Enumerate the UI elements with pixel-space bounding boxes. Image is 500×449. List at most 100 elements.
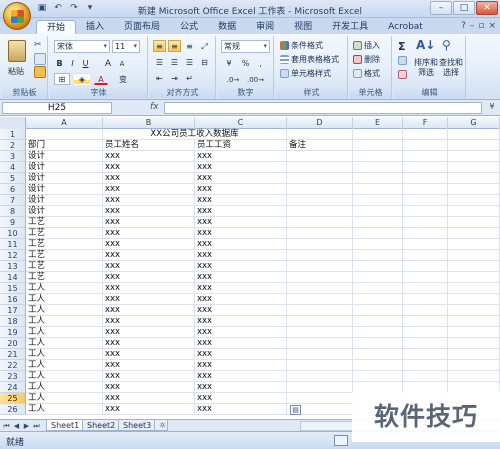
cell-c[interactable]: xxx (195, 316, 287, 327)
row-header[interactable]: 24 (0, 382, 26, 393)
close-button[interactable]: ✕ (476, 1, 498, 15)
cell-b[interactable]: xxx (103, 151, 195, 162)
cell-g[interactable] (448, 327, 500, 338)
tab-insert[interactable]: 插入 (76, 20, 114, 34)
cell-f[interactable] (403, 272, 448, 283)
cell-e[interactable] (353, 184, 403, 195)
row-header[interactable]: 19 (0, 327, 26, 338)
row-header[interactable]: 17 (0, 305, 26, 316)
cell-f[interactable] (403, 195, 448, 206)
delete-button[interactable]: 删除 (364, 54, 380, 65)
cell-g[interactable] (448, 162, 500, 173)
row-header[interactable]: 11 (0, 239, 26, 250)
column-header-d[interactable]: D (287, 117, 353, 129)
row-header[interactable]: 20 (0, 338, 26, 349)
cell-g[interactable] (448, 206, 500, 217)
cell-d[interactable] (287, 272, 353, 283)
copy-icon[interactable] (34, 53, 46, 65)
cell-b[interactable]: xxx (103, 371, 195, 382)
align-right-button[interactable]: ☰ (183, 56, 196, 68)
cell-b[interactable]: xxx (103, 195, 195, 206)
cell-b[interactable]: xxx (103, 173, 195, 184)
cell-f[interactable] (403, 360, 448, 371)
cell-a[interactable]: 设计 (26, 184, 103, 195)
cell-b[interactable]: xxx (103, 305, 195, 316)
cell-c[interactable]: xxx (195, 349, 287, 360)
tab-developer[interactable]: 开发工具 (322, 20, 378, 34)
cell-b[interactable]: xxx (103, 283, 195, 294)
column-header-a[interactable]: A (26, 117, 103, 129)
cell-c[interactable]: xxx (195, 338, 287, 349)
cell-d[interactable] (287, 371, 353, 382)
cell-d[interactable] (287, 129, 353, 140)
cell-d[interactable] (287, 217, 353, 228)
cell-c[interactable]: xxx (195, 327, 287, 338)
cell-c[interactable]: xxx (195, 272, 287, 283)
insert-button[interactable]: 插入 (364, 40, 380, 51)
cell-a[interactable]: 工人 (26, 338, 103, 349)
cell-g[interactable] (448, 140, 500, 151)
cell-c[interactable]: xxx (195, 173, 287, 184)
cell-d[interactable]: 备注 (287, 140, 353, 151)
tab-review[interactable]: 审阅 (246, 20, 284, 34)
cell-a[interactable]: 部门 (26, 140, 103, 151)
cell-c[interactable]: xxx (195, 305, 287, 316)
cell-c[interactable]: xxx (195, 371, 287, 382)
minimize-button[interactable]: – (430, 1, 452, 15)
format-painter-icon[interactable] (34, 66, 46, 78)
cell-d[interactable] (287, 261, 353, 272)
cell-c[interactable]: xxx (195, 393, 287, 404)
underline-button[interactable]: U (80, 57, 91, 69)
next-sheet-icon[interactable]: ▶ (22, 421, 31, 431)
cell-e[interactable] (353, 360, 403, 371)
paste-icon[interactable] (8, 40, 26, 62)
row-header[interactable]: 7 (0, 195, 26, 206)
cell-g[interactable] (448, 316, 500, 327)
cell-a[interactable]: 工人 (26, 316, 103, 327)
cell-b[interactable]: xxx (103, 206, 195, 217)
first-sheet-icon[interactable]: ⏮ (2, 421, 11, 431)
cell-f[interactable] (403, 338, 448, 349)
increase-indent-button[interactable]: ⇥ (168, 72, 181, 84)
ribbon-close-icon[interactable]: × (488, 21, 496, 31)
cell-d[interactable] (287, 327, 353, 338)
row-header[interactable]: 12 (0, 250, 26, 261)
cell-g[interactable] (448, 151, 500, 162)
cell-e[interactable] (353, 327, 403, 338)
cell-e[interactable] (353, 217, 403, 228)
cell-a[interactable]: 工艺 (26, 217, 103, 228)
cell-e[interactable] (353, 162, 403, 173)
cell-c[interactable]: xxx (195, 151, 287, 162)
cell-f[interactable] (403, 250, 448, 261)
cell-f[interactable] (403, 239, 448, 250)
row-header[interactable]: 6 (0, 184, 26, 195)
cell-a[interactable]: 工人 (26, 382, 103, 393)
cell-f[interactable] (403, 151, 448, 162)
fill-icon[interactable] (398, 56, 407, 65)
cell-d[interactable] (287, 283, 353, 294)
cell-d[interactable] (287, 338, 353, 349)
paste-options-icon[interactable]: ▤ (290, 405, 301, 415)
cell-e[interactable] (353, 371, 403, 382)
cell-c[interactable]: xxx (195, 360, 287, 371)
font-color-button[interactable]: A (94, 73, 108, 85)
cell-f[interactable] (403, 129, 448, 140)
cell-b[interactable]: 员工姓名 (103, 140, 195, 151)
cell-c[interactable]: xxx (195, 217, 287, 228)
cell-a[interactable]: 工艺 (26, 228, 103, 239)
cell-e[interactable] (353, 239, 403, 250)
cell-f[interactable] (403, 206, 448, 217)
cell-g[interactable] (448, 228, 500, 239)
cell-b[interactable]: xxx (103, 393, 195, 404)
cell-d[interactable] (287, 173, 353, 184)
cell-d[interactable] (287, 305, 353, 316)
row-header[interactable]: 22 (0, 360, 26, 371)
align-top-button[interactable]: ≡ (153, 40, 166, 52)
cell-b[interactable]: xxx (103, 239, 195, 250)
insert-function-icon[interactable]: fx (150, 102, 159, 112)
increase-decimal-button[interactable]: .0→ (224, 73, 242, 85)
wrap-text-button[interactable]: ↵ (183, 72, 196, 84)
cell-b[interactable]: xxx (103, 404, 195, 415)
cell-a[interactable]: 工人 (26, 294, 103, 305)
cell-c[interactable]: xxx (195, 404, 287, 415)
